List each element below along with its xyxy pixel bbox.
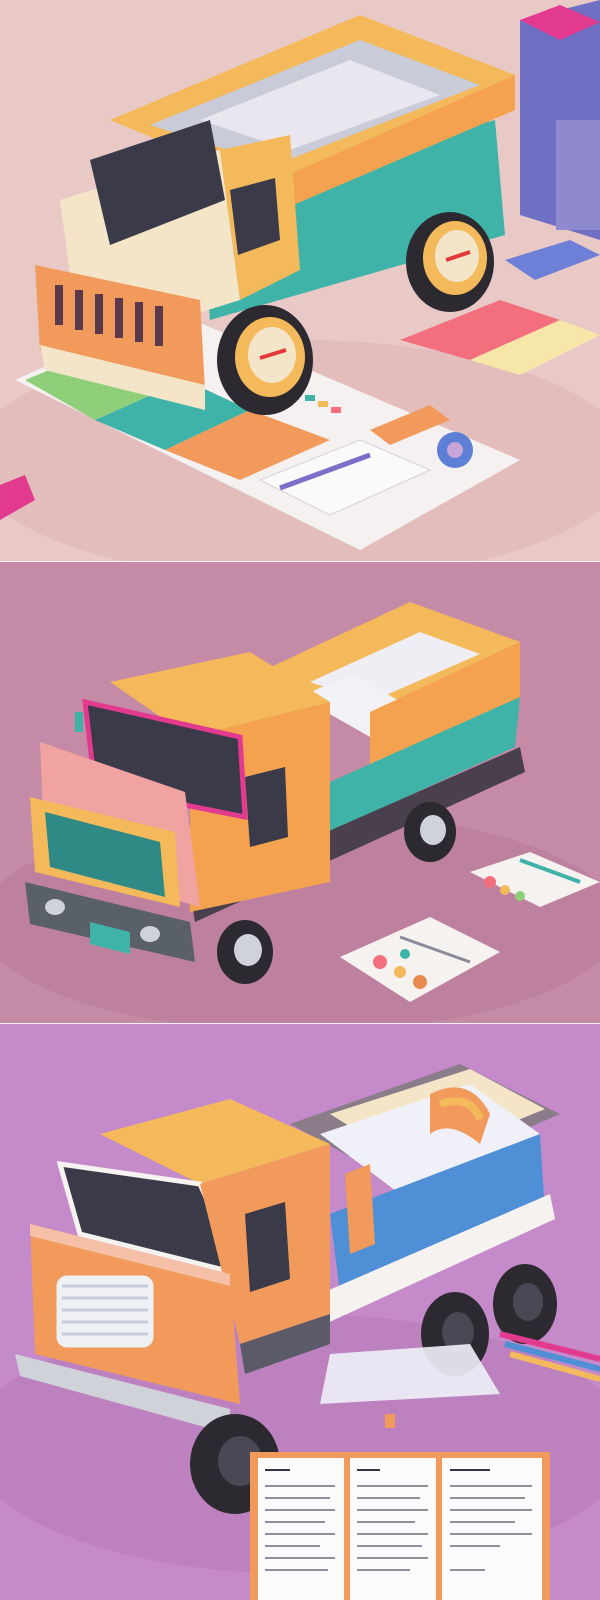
panel-flatbed-truck bbox=[0, 562, 600, 1024]
bed-truck-illustration bbox=[0, 1024, 600, 1600]
notebook-document bbox=[250, 1452, 550, 1600]
front-wheel bbox=[217, 305, 313, 415]
flatbed-truck-illustration bbox=[0, 562, 600, 1024]
paper-sheet bbox=[320, 1344, 500, 1404]
wheel-front bbox=[217, 920, 273, 984]
panel-bed-truck bbox=[0, 1024, 600, 1600]
magenta-box bbox=[520, 0, 600, 240]
pencil-tip bbox=[385, 1414, 395, 1428]
rear-wheel bbox=[406, 212, 494, 312]
panel-dump-truck bbox=[0, 0, 600, 562]
dump-truck-illustration bbox=[0, 0, 600, 562]
wheel-rear bbox=[404, 802, 456, 862]
